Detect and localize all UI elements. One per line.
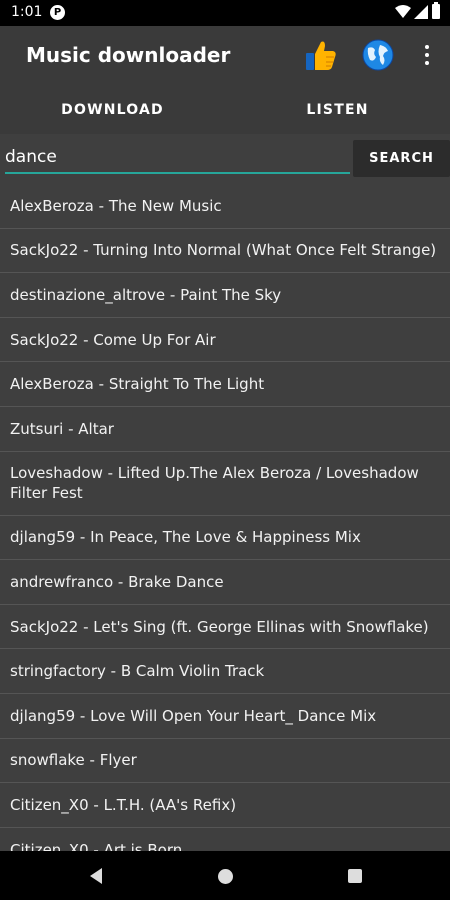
thumbs-up-icon[interactable] bbox=[304, 38, 338, 72]
signal-icon bbox=[414, 5, 428, 19]
overflow-menu-icon[interactable] bbox=[418, 42, 436, 68]
recents-icon[interactable] bbox=[348, 869, 362, 883]
search-input[interactable] bbox=[5, 142, 350, 174]
back-icon[interactable] bbox=[88, 867, 104, 885]
result-item[interactable]: Citizen_X0 - Art is Born bbox=[0, 828, 450, 851]
status-bar: 1:01 P bbox=[0, 0, 450, 26]
result-item[interactable]: snowflake - Flyer bbox=[0, 739, 450, 784]
result-item[interactable]: SackJo22 - Let's Sing (ft. George Ellina… bbox=[0, 605, 450, 650]
result-item[interactable]: djlang59 - In Peace, The Love & Happines… bbox=[0, 516, 450, 561]
result-item[interactable]: andrewfranco - Brake Dance bbox=[0, 560, 450, 605]
search-button[interactable]: SEARCH bbox=[353, 140, 450, 177]
results-list: AlexBeroza - The New Music SackJo22 - Tu… bbox=[0, 184, 450, 851]
result-item[interactable]: Citizen_X0 - L.T.H. (AA's Refix) bbox=[0, 783, 450, 828]
result-item[interactable]: stringfactory - B Calm Violin Track bbox=[0, 649, 450, 694]
result-item[interactable]: Loveshadow - Lifted Up.The Alex Beroza /… bbox=[0, 452, 450, 516]
result-item[interactable]: Zutsuri - Altar bbox=[0, 407, 450, 452]
result-item[interactable]: SackJo22 - Come Up For Air bbox=[0, 318, 450, 363]
status-time: 1:01 bbox=[11, 4, 43, 20]
result-item[interactable]: destinazione_altrove - Paint The Sky bbox=[0, 273, 450, 318]
result-item[interactable]: AlexBeroza - Straight To The Light bbox=[0, 362, 450, 407]
system-nav-bar bbox=[0, 851, 450, 900]
result-item[interactable]: djlang59 - Love Will Open Your Heart_ Da… bbox=[0, 694, 450, 739]
app-bar: Music downloader DOWNLOAD LISTEN bbox=[0, 26, 450, 134]
tab-download[interactable]: DOWNLOAD bbox=[0, 86, 225, 134]
tab-listen[interactable]: LISTEN bbox=[225, 86, 450, 134]
battery-icon bbox=[432, 2, 440, 19]
result-item[interactable]: SackJo22 - Turning Into Normal (What Onc… bbox=[0, 229, 450, 274]
notification-app-icon: P bbox=[50, 5, 65, 20]
download-panel: SEARCH AlexBeroza - The New Music SackJo… bbox=[0, 134, 450, 851]
wifi-icon bbox=[395, 5, 411, 18]
globe-icon[interactable] bbox=[361, 38, 395, 72]
app-title: Music downloader bbox=[26, 43, 231, 67]
result-item[interactable]: AlexBeroza - The New Music bbox=[0, 184, 450, 229]
home-icon[interactable] bbox=[218, 869, 233, 884]
